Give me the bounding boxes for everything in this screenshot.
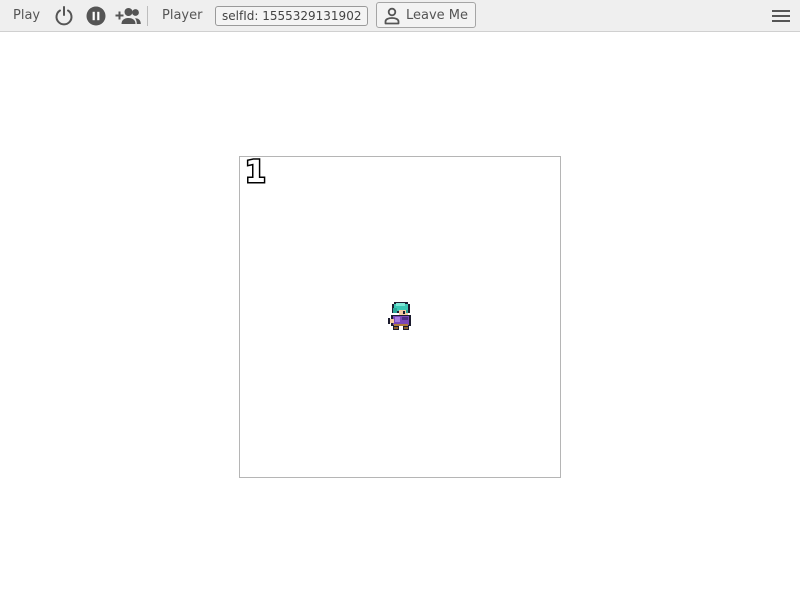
pause-icon[interactable] xyxy=(86,6,106,26)
power-icon[interactable] xyxy=(53,5,75,27)
game-canvas[interactable]: 1 xyxy=(239,154,561,478)
toolbar-divider xyxy=(147,6,148,26)
score-counter: 1 xyxy=(244,154,268,191)
leave-button[interactable]: Leave Me xyxy=(376,2,476,28)
player-sprite xyxy=(384,300,418,334)
player-menu-button[interactable]: Player xyxy=(162,8,202,23)
add-user-icon[interactable] xyxy=(115,6,141,26)
leave-button-label: Leave Me xyxy=(406,8,469,23)
toolbar: Play Player selfId: 1555329131902 Leave … xyxy=(0,0,800,32)
play-menu-button[interactable]: Play xyxy=(13,8,40,23)
person-icon xyxy=(383,7,401,25)
menu-icon[interactable] xyxy=(771,8,791,24)
self-id-badge: selfId: 1555329131902 xyxy=(215,6,369,26)
